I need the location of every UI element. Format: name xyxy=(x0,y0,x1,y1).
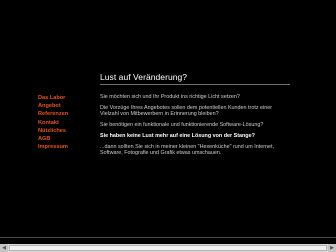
nav-item-impressum[interactable]: Impressum xyxy=(38,143,68,151)
intro-paragraph: Sie benötigen ein funktionale und funkti… xyxy=(100,122,264,129)
scroll-left-icon[interactable]: ◀ xyxy=(0,244,8,252)
nav-item-das-labor[interactable]: Das Labor xyxy=(38,94,68,102)
intro-highlight: Sie haben keine Lust mehr auf eine Lösun… xyxy=(100,132,255,139)
page: Lust auf Veränderung? Das Labor Angebot … xyxy=(0,0,336,252)
intro-text: Sie möchten sich und Ihr Produkt ins ric… xyxy=(100,94,280,161)
scroll-right-icon[interactable]: ▶ xyxy=(328,244,336,252)
page-title: Lust auf Veränderung? xyxy=(100,72,188,82)
nav-item-agb[interactable]: AGB xyxy=(38,135,68,143)
nav-item-kontakt[interactable]: Kontakt xyxy=(38,119,68,127)
main-navigation: Das Labor Angebot Referenzen Kontakt Nüt… xyxy=(38,94,68,151)
intro-paragraph: Die Vorzüge Ihres Angebotes sollen dem p… xyxy=(100,104,273,118)
nav-item-referenzen[interactable]: Referenzen xyxy=(38,110,68,118)
scrollbar-thumb[interactable] xyxy=(9,245,327,251)
horizontal-scrollbar[interactable]: ◀ ▶ xyxy=(0,244,336,252)
footer-divider xyxy=(0,237,336,238)
nav-item-nuetzliches[interactable]: Nützliches xyxy=(38,127,68,135)
intro-paragraph: Sie möchten sich und Ihr Produkt ins ric… xyxy=(100,94,240,100)
heading-divider xyxy=(100,84,290,85)
intro-paragraph: ...dann sollten Sie sich in meiner klein… xyxy=(100,143,275,157)
nav-item-angebot[interactable]: Angebot xyxy=(38,102,68,110)
